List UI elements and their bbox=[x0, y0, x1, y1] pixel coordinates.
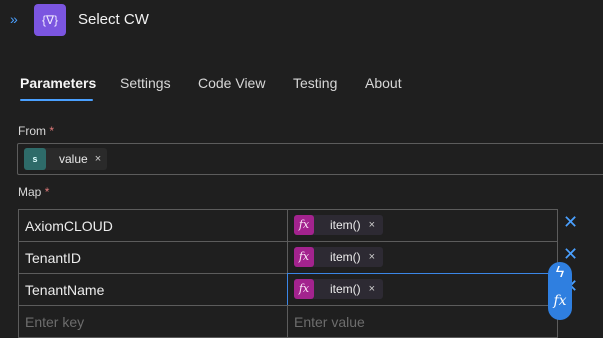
required-mark: * bbox=[49, 124, 55, 138]
fx-insert-icon[interactable]: fx bbox=[548, 293, 572, 309]
required-mark: * bbox=[44, 185, 50, 199]
tab-code-view[interactable]: Code View bbox=[198, 75, 265, 91]
map-key-text: TenantName bbox=[25, 282, 105, 298]
value-token-label: value bbox=[59, 152, 88, 166]
remove-token-icon[interactable]: × bbox=[369, 283, 375, 295]
new-value-input[interactable]: Enter value bbox=[287, 305, 558, 338]
tab-testing[interactable]: Testing bbox=[293, 75, 337, 91]
new-key-input[interactable]: Enter key bbox=[18, 305, 288, 338]
active-tab-indicator bbox=[20, 99, 93, 101]
fx-token[interactable]: fx item() × bbox=[294, 247, 384, 267]
map-key-field[interactable]: TenantID bbox=[18, 241, 288, 274]
map-key-field[interactable]: AxiomCLOUD bbox=[18, 209, 288, 242]
map-label: Map * bbox=[18, 185, 49, 199]
tab-about[interactable]: About bbox=[365, 75, 402, 91]
tab-settings[interactable]: Settings bbox=[120, 75, 171, 91]
remove-token-icon[interactable]: × bbox=[369, 251, 375, 263]
map-label-text: Map bbox=[18, 185, 42, 199]
insert-menu-pill: ϟ fx bbox=[548, 262, 572, 320]
fx-token-label: item() bbox=[330, 218, 361, 232]
remove-token-icon[interactable]: × bbox=[95, 153, 101, 165]
fx-icon: fx bbox=[294, 215, 314, 235]
remove-token-icon[interactable]: × bbox=[369, 219, 375, 231]
fx-token-label: item() bbox=[330, 282, 361, 296]
fx-icon: fx bbox=[294, 247, 314, 267]
value-placeholder: Enter value bbox=[294, 314, 365, 330]
remove-row-icon[interactable]: ✕ bbox=[563, 245, 578, 263]
fx-icon: fx bbox=[294, 279, 314, 299]
fx-token[interactable]: fx item() × bbox=[294, 215, 384, 235]
from-field[interactable]: s value × bbox=[17, 143, 603, 175]
lightning-icon[interactable]: ϟ bbox=[548, 264, 572, 282]
map-key-text: TenantID bbox=[25, 250, 82, 266]
map-key-field[interactable]: TenantName bbox=[18, 273, 288, 306]
fx-token[interactable]: fx item() × bbox=[294, 279, 384, 299]
from-label-text: From bbox=[18, 124, 46, 138]
key-placeholder: Enter key bbox=[25, 314, 85, 330]
map-value-field[interactable]: fx item() × bbox=[287, 209, 558, 242]
tab-parameters[interactable]: Parameters bbox=[20, 75, 96, 91]
from-label: From * bbox=[18, 124, 54, 138]
map-value-field[interactable]: fx item() × bbox=[287, 273, 558, 306]
fx-token-label: item() bbox=[330, 250, 361, 264]
page-title: Select CW bbox=[78, 11, 149, 28]
sharepoint-icon: s bbox=[24, 148, 46, 170]
map-value-field[interactable]: fx item() × bbox=[287, 241, 558, 274]
expand-icon[interactable]: » bbox=[10, 11, 26, 27]
value-token[interactable]: s value × bbox=[24, 148, 108, 170]
app-icon: {∇} bbox=[34, 4, 66, 36]
remove-row-icon[interactable]: ✕ bbox=[563, 213, 578, 231]
map-key-text: AxiomCLOUD bbox=[25, 218, 113, 234]
